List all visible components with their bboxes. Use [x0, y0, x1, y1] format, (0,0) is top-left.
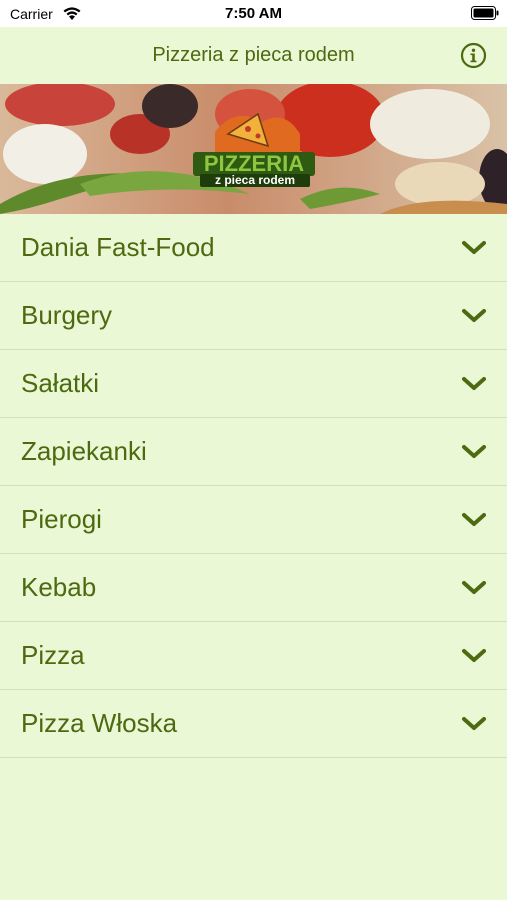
menu-item-pizza[interactable]: Pizza	[0, 622, 507, 690]
info-icon	[460, 42, 487, 69]
menu-item-label: Kebab	[21, 572, 97, 602]
chevron-down-icon	[462, 581, 486, 594]
menu-item-label: Pierogi	[21, 504, 102, 534]
menu-item-dania-fast-food[interactable]: Dania Fast-Food	[0, 214, 507, 282]
menu-item-label: Sałatki	[21, 368, 100, 398]
chevron-down-icon	[462, 649, 486, 662]
chevron-down-icon	[462, 377, 486, 390]
menu-item-label: Dania Fast-Food	[21, 232, 215, 262]
battery-icon	[471, 6, 499, 25]
menu-item-pizza-wloska[interactable]: Pizza Włoska	[0, 690, 507, 758]
category-list: Dania Fast-Food Burgery Sałatki Zapiekan…	[0, 214, 507, 758]
clock: 7:50 AM	[225, 5, 282, 22]
chevron-down-icon	[462, 513, 486, 526]
chevron-down-icon	[462, 717, 486, 730]
header-banner-image: PIZZERIA z pieca rodem	[0, 84, 507, 214]
chevron-down-icon	[462, 241, 486, 254]
menu-item-salatki[interactable]: Sałatki	[0, 350, 507, 418]
menu-item-label: Zapiekanki	[21, 436, 147, 466]
page-title: Pizzeria z pieca rodem	[152, 44, 355, 66]
svg-text:z pieca rodem: z pieca rodem	[215, 173, 295, 187]
menu-item-label: Pizza Włoska	[21, 708, 178, 738]
menu-item-burgery[interactable]: Burgery	[0, 282, 507, 350]
menu-item-label: Burgery	[21, 300, 113, 330]
menu-item-pierogi[interactable]: Pierogi	[0, 486, 507, 554]
info-button[interactable]	[460, 42, 487, 69]
navigation-bar: Pizzeria z pieca rodem	[0, 27, 507, 84]
menu-item-kebab[interactable]: Kebab	[0, 554, 507, 622]
chevron-down-icon	[462, 309, 486, 322]
chevron-down-icon	[462, 445, 486, 458]
menu-item-zapiekanki[interactable]: Zapiekanki	[0, 418, 507, 486]
menu-item-label: Pizza	[21, 640, 85, 670]
status-bar: Carrier 7:50 AM	[0, 0, 507, 27]
